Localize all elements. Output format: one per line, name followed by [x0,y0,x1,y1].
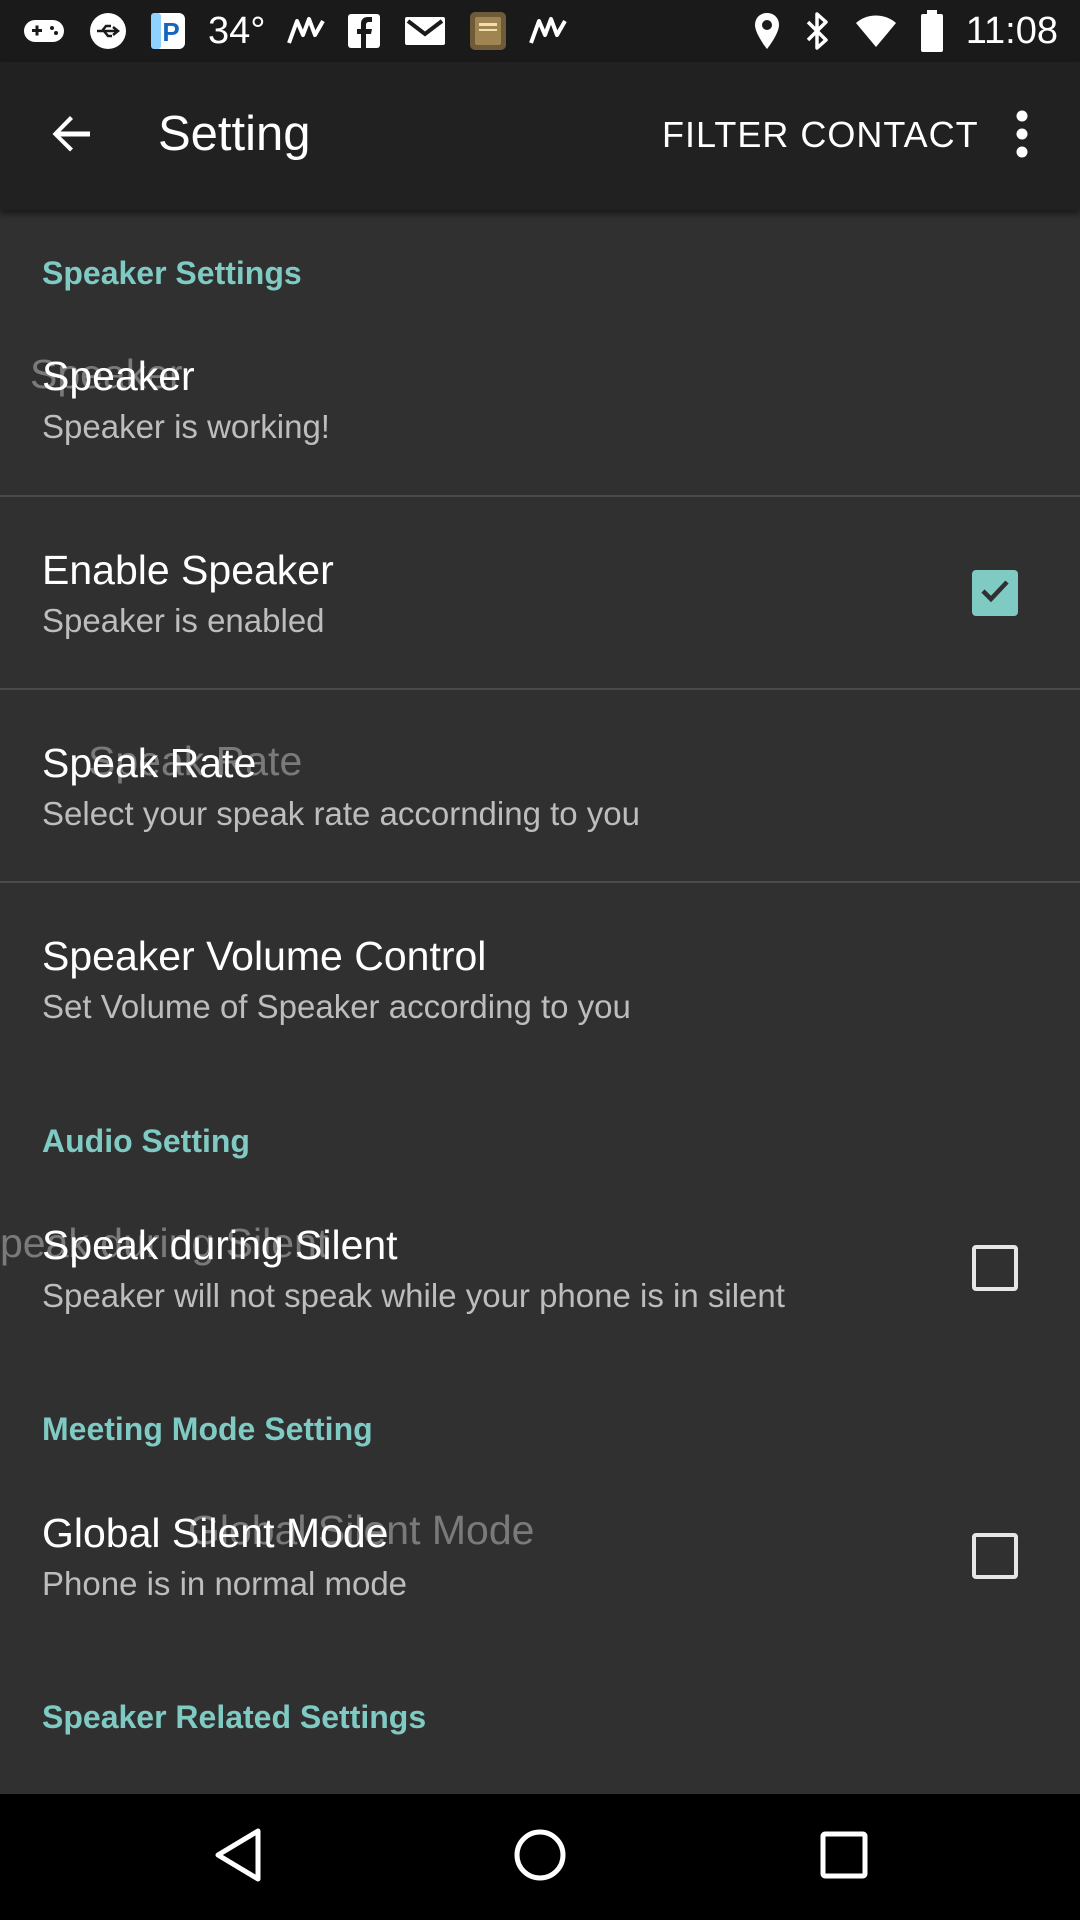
app-bar: Setting FILTER CONTACT [0,62,1080,210]
bluetooth-icon [804,10,832,52]
settings-list[interactable]: Speaker Settings Speaker Speaker Speaker… [0,210,1080,1794]
parking-app-icon: P [150,11,186,51]
preference-title-speaker: Speaker [42,353,195,399]
preference-summary-enable-speaker: Speaker is enabled [42,602,325,639]
page-title: Setting [158,107,311,161]
svg-text:P: P [162,17,179,47]
mountain-wave-icon [529,13,568,49]
preference-title-speak-rate: Speak Rate [42,740,257,786]
facebook-icon [347,13,381,49]
nav-home-icon [513,1828,567,1887]
location-icon [752,11,782,51]
preference-summary-speaker: Speaker is working! [42,408,330,445]
nav-home-button[interactable] [507,1824,573,1890]
back-arrow-icon [50,112,94,161]
status-left-icons: P 34° [22,9,568,53]
divider [0,495,1080,497]
category-speaker-related-settings: Speaker Related Settings [42,1699,427,1735]
clock-text: 11:08 [965,9,1058,52]
preference-title-enable-speaker: Enable Speaker [42,547,334,593]
overflow-menu-button[interactable] [1004,102,1040,170]
battery-icon [920,9,944,53]
status-right-icons: 11:08 [752,9,1058,53]
preference-summary-speak-rate: Select your speak rate accornding to you [42,795,641,832]
nav-recents-button[interactable] [811,1824,877,1890]
preference-title-volume-control: Speaker Volume Control [42,933,487,979]
preference-summary-speak-during-silent: Speaker will not speak while your phone … [42,1277,785,1314]
more-vert-icon [1016,110,1028,163]
mountain-wave-icon [287,13,326,49]
preference-title-global-silent-mode: Global Silent Mode [42,1510,389,1556]
filter-contact-button[interactable]: FILTER CONTACT [662,114,979,156]
gmail-icon [403,15,447,47]
category-speaker-settings: Speaker Settings [42,255,302,291]
category-meeting-mode-setting: Meeting Mode Setting [42,1411,373,1447]
nav-back-button[interactable] [205,1824,271,1890]
enable-speaker-checkbox[interactable] [972,570,1018,616]
preference-summary-global-silent-mode: Phone is in normal mode [42,1565,408,1602]
nav-recents-icon [820,1831,868,1884]
divider [0,881,1080,883]
global-silent-mode-checkbox[interactable] [972,1533,1018,1579]
wifi-icon [854,13,898,49]
temperature-text: 34° [208,9,266,52]
usb-icon [88,11,128,51]
checkmark-icon [978,574,1012,613]
preference-summary-volume-control: Set Volume of Speaker according to you [42,988,631,1025]
speak-during-silent-checkbox[interactable] [972,1245,1018,1291]
category-audio-setting: Audio Setting [42,1123,250,1159]
divider [0,688,1080,690]
bible-app-icon [469,11,507,51]
status-bar: P 34° 11:08 [0,0,1080,62]
nav-back-icon [212,1827,264,1888]
navigation-bar [0,1794,1080,1920]
preference-title-speak-during-silent: Speak during Silent [42,1222,398,1268]
gamepad-icon [22,16,66,46]
back-button[interactable] [38,102,106,170]
